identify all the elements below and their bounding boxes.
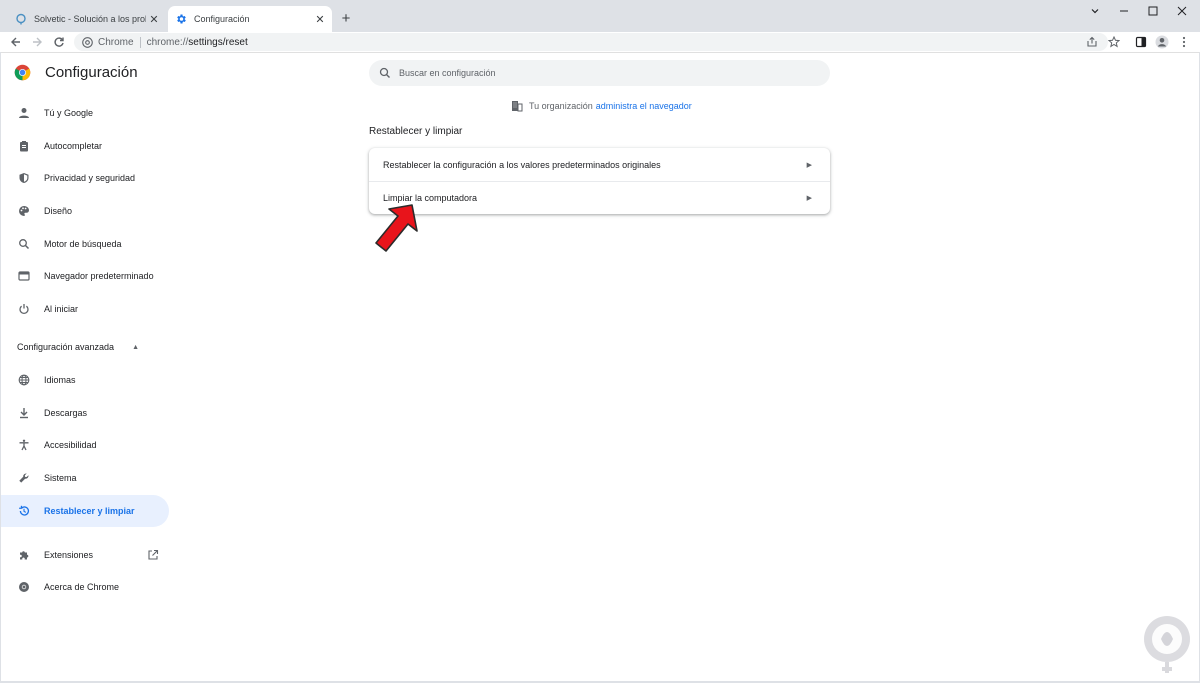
chevron-right-icon: ▶ — [806, 194, 812, 202]
sidebar-item-label: Accesibilidad — [44, 440, 97, 450]
minimize-button[interactable] — [1109, 0, 1139, 22]
settings-search-input[interactable]: Buscar en configuración — [369, 60, 830, 86]
tab-title: Configuración — [194, 14, 250, 24]
tab-strip: Solvetic - Solución a los problem ✕ Conf… — [0, 0, 1200, 32]
sidebar-item-descargas[interactable]: Descargas — [0, 397, 169, 429]
sidebar-item-accesibilidad[interactable]: Accesibilidad — [0, 429, 169, 461]
sidebar-item-motor-busqueda[interactable]: Motor de búsqueda — [0, 228, 169, 260]
sidebar-item-label: Acerca de Chrome — [44, 582, 120, 592]
window-border-left — [0, 52, 1, 683]
chrome-chip[interactable]: Chrome — [82, 37, 134, 48]
url-scheme: chrome:// — [146, 36, 189, 48]
tab-configuracion[interactable]: Configuración ✕ — [168, 6, 332, 32]
sidebar-item-label: Privacidad y seguridad — [44, 173, 136, 183]
solvetic-icon — [14, 12, 28, 26]
person-icon — [16, 105, 32, 121]
url-path: settings/reset — [188, 36, 248, 48]
globe-icon — [16, 372, 32, 388]
solvetic-watermark-icon — [1138, 613, 1196, 675]
side-panel-icon[interactable] — [1133, 34, 1149, 50]
reload-button[interactable] — [51, 34, 67, 50]
sidebar-item-label: Descargas — [44, 408, 88, 418]
advanced-section-toggle[interactable]: Configuración avanzada ▲ — [17, 342, 139, 352]
gear-icon — [174, 12, 188, 26]
clipboard-icon — [16, 138, 32, 154]
caret-up-icon: ▲ — [132, 343, 140, 351]
search-placeholder: Buscar en configuración — [399, 68, 496, 78]
restore-icon — [16, 503, 32, 519]
sidebar-item-sistema[interactable]: Sistema — [0, 462, 169, 494]
omnibox-separator — [139, 36, 141, 48]
close-tab-icon[interactable]: ✕ — [312, 11, 328, 27]
sidebar-item-diseno[interactable]: Diseño — [0, 195, 169, 227]
sidebar-item-idiomas[interactable]: Idiomas — [0, 364, 169, 396]
sidebar-item-acerca-de-chrome[interactable]: Acerca de Chrome — [0, 571, 169, 603]
sidebar-item-label: Idiomas — [44, 375, 76, 385]
search-icon — [16, 236, 32, 252]
close-window-button[interactable] — [1167, 0, 1197, 22]
puzzle-icon — [16, 547, 32, 563]
chevron-right-icon: ▶ — [806, 161, 812, 169]
palette-icon — [16, 203, 32, 219]
sidebar-item-label: Al iniciar — [44, 304, 79, 314]
chevron-down-icon[interactable] — [1080, 0, 1110, 22]
new-tab-button[interactable]: + — [337, 9, 355, 27]
sidebar-item-navegador-predeterminado[interactable]: Navegador predeterminado — [0, 260, 169, 292]
managed-browser-notice: Tu organización administra el navegador — [511, 100, 692, 112]
external-link-icon[interactable] — [146, 548, 160, 562]
bookmark-star-icon[interactable] — [1106, 34, 1122, 50]
section-title: Restablecer y limpiar — [369, 126, 463, 137]
advanced-section-label: Configuración avanzada — [17, 342, 115, 352]
profile-avatar-icon[interactable] — [1154, 34, 1170, 50]
browser-icon — [16, 268, 32, 284]
close-tab-icon[interactable]: ✕ — [146, 11, 162, 27]
chrome-logo-icon — [14, 64, 31, 81]
menu-kebab-icon[interactable] — [1176, 34, 1192, 50]
managed-link[interactable]: administra el navegador — [596, 101, 692, 111]
sidebar-item-autocompletar[interactable]: Autocompletar — [0, 130, 169, 162]
forward-button[interactable] — [29, 34, 45, 50]
wrench-icon — [16, 470, 32, 486]
tab-solvetic[interactable]: Solvetic - Solución a los problem ✕ — [8, 6, 166, 32]
managed-prefix: Tu organización — [529, 101, 593, 111]
sidebar-item-al-iniciar[interactable]: Al iniciar — [0, 293, 169, 325]
page-title: Configuración — [45, 64, 138, 81]
sidebar-item-tu-y-google[interactable]: Tú y Google — [0, 97, 169, 129]
annotation-arrow-icon — [370, 203, 422, 257]
power-icon — [16, 301, 32, 317]
chip-label: Chrome — [98, 36, 134, 48]
back-button[interactable] — [8, 34, 24, 50]
tab-title: Solvetic - Solución a los problem — [34, 14, 146, 24]
search-icon — [379, 67, 391, 79]
accessibility-icon — [16, 437, 32, 453]
chrome-logo-icon — [16, 579, 32, 595]
sidebar-item-label: Navegador predeterminado — [44, 271, 154, 281]
chrome-logo-icon — [82, 36, 93, 48]
share-icon[interactable] — [1084, 34, 1100, 50]
clean-computer-row[interactable]: Limpiar la computadora ▶ — [369, 181, 830, 214]
building-icon — [511, 100, 523, 112]
sidebar-item-extensiones[interactable]: Extensiones — [0, 539, 169, 571]
shield-icon — [16, 170, 32, 186]
sidebar-item-label: Diseño — [44, 206, 73, 216]
address-bar[interactable]: Chrome chrome:// settings/reset — [74, 33, 1108, 51]
sidebar-item-label: Tú y Google — [44, 108, 94, 118]
maximize-button[interactable] — [1138, 0, 1168, 22]
reset-settings-row[interactable]: Restablecer la configuración a los valor… — [369, 148, 830, 181]
row-label: Restablecer la configuración a los valor… — [383, 159, 661, 170]
sidebar-item-label: Sistema — [44, 473, 77, 483]
sidebar-item-label: Motor de búsqueda — [44, 239, 122, 249]
sidebar-item-privacidad[interactable]: Privacidad y seguridad — [0, 162, 169, 194]
reset-cleanup-card: Restablecer la configuración a los valor… — [369, 148, 830, 214]
sidebar-item-label: Autocompletar — [44, 141, 103, 151]
sidebar-item-restablecer[interactable]: Restablecer y limpiar — [0, 495, 169, 527]
download-icon — [16, 405, 32, 421]
toolbar-divider — [0, 52, 1200, 53]
row-label: Limpiar la computadora — [383, 192, 478, 203]
settings-header: Configuración — [14, 64, 138, 81]
sidebar-item-label: Extensiones — [44, 550, 94, 560]
browser-toolbar: Chrome chrome:// settings/reset — [0, 32, 1200, 52]
sidebar-item-label: Restablecer y limpiar — [44, 506, 135, 516]
